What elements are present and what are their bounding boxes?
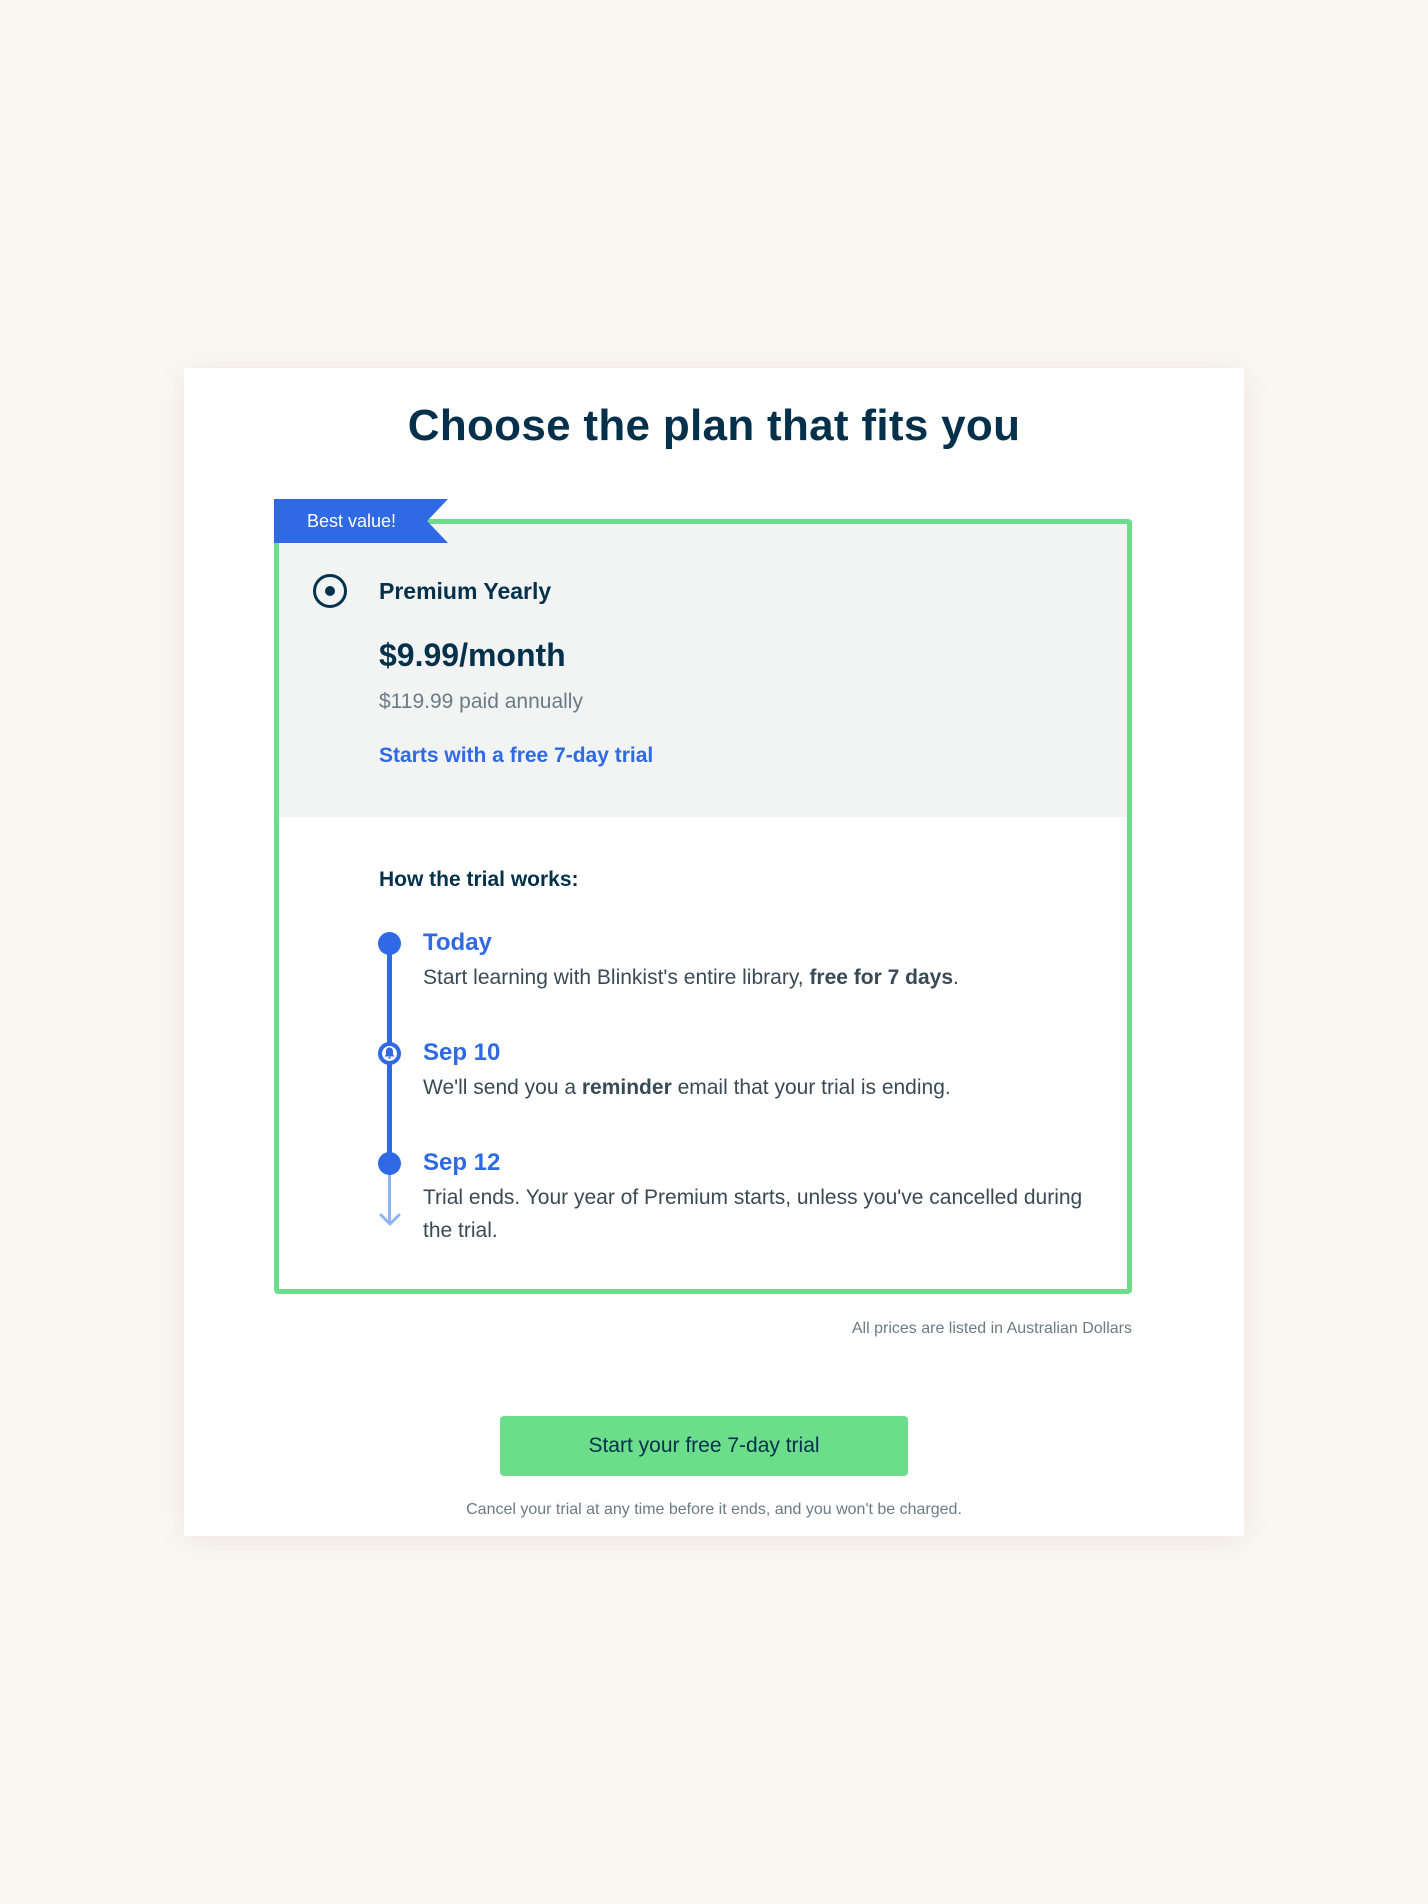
plan-annual-price: $119.99 paid annually: [379, 690, 583, 713]
timeline-dot-icon: [378, 932, 401, 955]
step-emphasis: reminder: [581, 1076, 672, 1099]
trial-step: Sep 12 Trial ends. Your year of Premium …: [423, 1147, 1103, 1247]
plan-name: Premium Yearly: [379, 578, 552, 604]
plan-option-premium-yearly[interactable]: Best value! Premium Yearly $9.99/month $…: [274, 499, 1132, 1294]
radio-selected-icon[interactable]: [313, 574, 347, 608]
step-description: Trial ends. Your year of Premium starts,…: [423, 1186, 1083, 1242]
arrow-down-icon: [378, 1212, 402, 1233]
step-date: Sep 10: [423, 1039, 501, 1066]
trial-heading: How the trial works:: [379, 868, 579, 891]
plan-trial-note: Starts with a free 7-day trial: [379, 744, 654, 767]
page-title: Choose the plan that fits you: [407, 401, 1021, 450]
cancel-note: Cancel your trial at any time before it …: [466, 1501, 962, 1518]
trial-step: Sep 10 We'll send you a reminder email t…: [423, 1037, 1103, 1104]
plan-price: $9.99/month: [379, 637, 566, 673]
step-date: Sep 12: [423, 1149, 501, 1176]
start-trial-button[interactable]: Start your free 7-day trial: [500, 1416, 908, 1476]
step-description: We'll send you a reminder email that you…: [423, 1076, 951, 1099]
step-emphasis: free for 7 days: [809, 966, 954, 989]
timeline-dot-icon: [378, 1152, 401, 1175]
trial-timeline: [377, 932, 401, 1252]
radio-dot: [325, 586, 335, 596]
trial-step: Today Start learning with Blinkist's ent…: [423, 927, 1103, 994]
best-value-badge: Best value!: [274, 499, 448, 543]
step-description: Start learning with Blinkist's entire li…: [423, 966, 959, 989]
currency-note: All prices are listed in Australian Doll…: [851, 1320, 1132, 1337]
bell-icon: [378, 1042, 401, 1065]
step-date: Today: [423, 929, 492, 956]
plan-card: Choose the plan that fits you Best value…: [184, 368, 1244, 1536]
